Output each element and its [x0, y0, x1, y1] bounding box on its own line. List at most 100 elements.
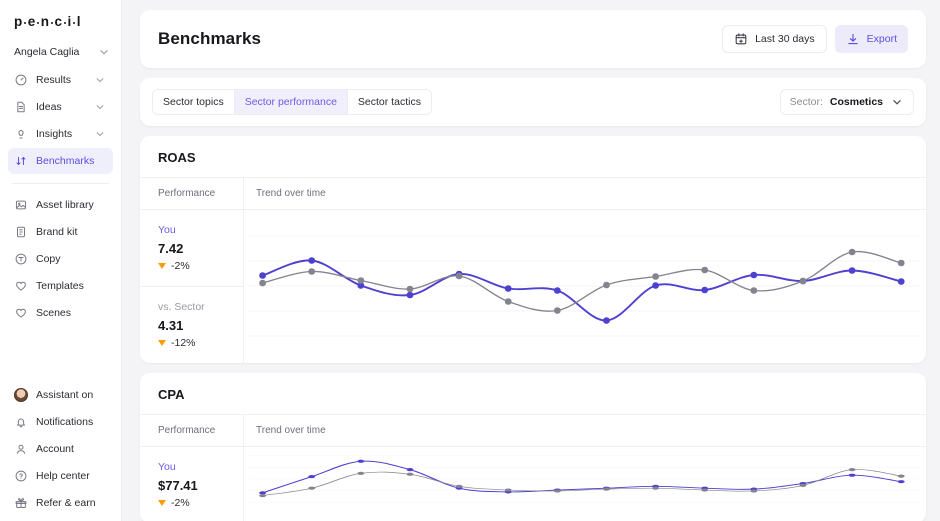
stat-delta: -12% — [158, 337, 243, 349]
chart-data-point[interactable] — [652, 282, 659, 289]
chart-data-point[interactable] — [504, 298, 512, 305]
sidebar-item-assistant-on[interactable]: Assistant on — [8, 382, 113, 408]
account-switcher[interactable]: Angela Caglia — [0, 39, 121, 65]
sidebar-item-label: Ideas — [36, 101, 62, 113]
chart-data-point[interactable] — [259, 272, 267, 279]
tab-sector-tactics[interactable]: Sector tactics — [347, 90, 431, 114]
chart-data-point[interactable] — [259, 279, 267, 287]
chart-data-point[interactable] — [259, 494, 267, 498]
chart-data-point[interactable] — [848, 248, 856, 256]
stat-delta-value: -12% — [171, 337, 196, 349]
stat-block: vs. Sector 4.31 -12% — [140, 286, 243, 363]
chart-data-point[interactable] — [603, 281, 610, 289]
metric-card-body: Performance You $77.41 -2% Trend over time — [140, 414, 926, 521]
sidebar-item-benchmarks[interactable]: Benchmarks — [8, 148, 113, 174]
chart-data-point[interactable] — [897, 480, 905, 484]
sidebar-item-label: Refer & earn — [36, 497, 96, 509]
sidebar-item-asset-library[interactable]: Asset library — [8, 192, 113, 218]
sidebar-item-label: Templates — [36, 280, 84, 292]
chart-data-point[interactable] — [308, 257, 316, 264]
chart-data-point[interactable] — [848, 267, 856, 274]
chart-data-point[interactable] — [406, 472, 414, 476]
sidebar-item-label: Benchmarks — [36, 155, 95, 167]
sector-label: Sector: — [789, 96, 823, 108]
triangle-down-icon — [158, 340, 166, 346]
stat-value: 7.42 — [158, 241, 184, 256]
chart-data-point[interactable] — [897, 474, 905, 478]
chart-data-point[interactable] — [406, 291, 414, 299]
chart-data-point[interactable] — [603, 487, 610, 491]
sidebar-item-insights[interactable]: Insights — [8, 121, 113, 147]
trend-chart[interactable] — [244, 210, 926, 358]
chart-data-point[interactable] — [406, 285, 414, 293]
header-actions: Last 30 days Export — [722, 25, 908, 53]
tab-sector-topics[interactable]: Sector topics — [153, 90, 235, 114]
chart-data-point[interactable] — [406, 468, 414, 472]
trend-chart[interactable] — [244, 447, 926, 505]
chevron-down-icon[interactable] — [93, 73, 107, 87]
chart-data-point[interactable] — [701, 266, 709, 274]
chart-data-point[interactable] — [897, 278, 905, 285]
chart-data-point[interactable] — [848, 468, 856, 472]
sidebar-item-templates[interactable]: Templates — [8, 273, 113, 299]
calendar-icon — [734, 32, 748, 46]
chart-data-point[interactable] — [308, 486, 316, 490]
chart-data-point[interactable] — [308, 268, 316, 275]
stat-label: You — [158, 224, 176, 236]
sector-selector[interactable]: Sector: Cosmetics — [779, 89, 914, 115]
sidebar-item-label: Insights — [36, 128, 73, 140]
chevron-down-icon — [890, 95, 904, 109]
sidebar-item-notifications[interactable]: Notifications — [8, 409, 113, 435]
user-icon — [14, 442, 28, 456]
chart-data-point[interactable] — [652, 486, 659, 490]
chart-data-point[interactable] — [799, 277, 807, 285]
chart-data-point[interactable] — [750, 287, 758, 294]
document-icon — [14, 100, 28, 114]
sidebar-item-copy[interactable]: Copy — [8, 246, 113, 272]
chart-data-point[interactable] — [455, 484, 463, 488]
chart-data-point[interactable] — [553, 489, 561, 493]
sidebar-item-label: Assistant on — [36, 389, 94, 401]
chart-data-point[interactable] — [701, 286, 709, 294]
chart-data-point[interactable] — [259, 491, 267, 495]
chart-data-point[interactable] — [750, 271, 758, 279]
sidebar-item-label: Notifications — [36, 416, 94, 428]
stat-delta: -2% — [158, 260, 243, 272]
chart-data-point[interactable] — [897, 259, 905, 267]
sidebar-item-refer-earn[interactable]: Refer & earn — [8, 490, 113, 516]
chart-data-point[interactable] — [504, 285, 512, 292]
sidebar-item-brand-kit[interactable]: Brand kit — [8, 219, 113, 245]
tab-sector-performance[interactable]: Sector performance — [234, 90, 348, 114]
chart-data-point[interactable] — [455, 272, 463, 280]
chart-data-point[interactable] — [357, 277, 365, 284]
chart-data-point[interactable] — [553, 307, 561, 314]
chart-data-point[interactable] — [750, 489, 758, 493]
chart-data-point[interactable] — [848, 473, 856, 477]
date-range-label: Last 30 days — [755, 33, 815, 45]
export-button[interactable]: Export — [834, 25, 908, 53]
heart-icon — [14, 306, 28, 320]
chart-data-point[interactable] — [357, 459, 365, 463]
sidebar-item-scenes[interactable]: Scenes — [8, 300, 113, 326]
chart-data-point[interactable] — [701, 488, 709, 492]
app-root: pencil Angela Caglia Results Ideas Insight… — [0, 0, 940, 521]
sidebar-item-account[interactable]: Account — [8, 436, 113, 462]
metric-card-body: Performance You 7.42 -2% vs. Sector 4.31 -12% T… — [140, 177, 926, 363]
stat-label: You — [158, 461, 176, 473]
sidebar-item-ideas[interactable]: Ideas — [8, 94, 113, 120]
sidebar-item-help-center[interactable]: Help center — [8, 463, 113, 489]
sidebar-item-results[interactable]: Results — [8, 67, 113, 93]
chart-data-point[interactable] — [652, 273, 659, 280]
chart-data-point[interactable] — [799, 483, 807, 487]
sidebar-item-label: Scenes — [36, 307, 72, 319]
chevron-down-icon[interactable] — [93, 127, 107, 141]
chart-data-point[interactable] — [357, 471, 365, 475]
chart-data-point[interactable] — [553, 287, 561, 294]
image-icon — [14, 198, 28, 212]
chart-data-point[interactable] — [603, 317, 610, 324]
chevron-down-icon[interactable] — [93, 100, 107, 114]
chart-data-point[interactable] — [308, 474, 316, 479]
chart-data-point[interactable] — [504, 488, 512, 492]
pencil-logo[interactable]: pencil — [14, 14, 121, 29]
date-range-button[interactable]: Last 30 days — [722, 25, 827, 53]
